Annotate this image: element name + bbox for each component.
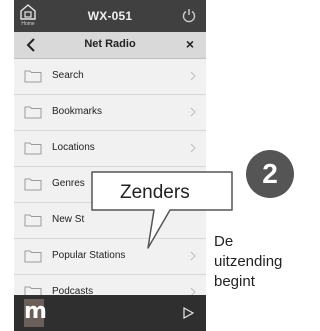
list-item[interactable]: Locations [14, 131, 206, 167]
list-item-label: New St [52, 214, 85, 225]
play-icon[interactable] [182, 307, 194, 319]
phone-screen: Home WX-051 Net Radio × Search Bookmarks… [14, 0, 206, 331]
nav-bar: Net Radio × [14, 32, 206, 59]
chevron-right-icon [190, 71, 196, 81]
chevron-right-icon [190, 107, 196, 117]
list-item-label: Popular Stations [52, 250, 126, 261]
folder-icon [24, 250, 42, 263]
page-title: Net Radio [84, 38, 136, 50]
list-item[interactable]: Popular Stations [14, 239, 206, 275]
folder-icon [24, 106, 42, 119]
step-badge: 2 [246, 150, 294, 198]
player-bar[interactable]: m [14, 295, 206, 331]
list-item-label: Bookmarks [52, 106, 103, 117]
step-description: De uitzending begint [214, 232, 282, 292]
close-button[interactable]: × [186, 36, 194, 52]
folder-icon [24, 178, 42, 191]
folder-icon [24, 70, 42, 83]
folder-icon [24, 214, 42, 227]
description-line: uitzending [214, 253, 283, 270]
list-item-label: Search [52, 70, 84, 81]
chevron-right-icon [190, 143, 196, 153]
folder-icon [24, 142, 42, 155]
list-item[interactable]: New St [14, 203, 206, 239]
power-icon[interactable] [182, 8, 196, 24]
chevron-right-icon [190, 251, 196, 261]
top-bar: Home WX-051 [14, 0, 206, 32]
app-logo: m [24, 299, 47, 327]
list-item-label: Genres [52, 178, 85, 189]
callout-text: Zenders [120, 182, 190, 203]
device-name: WX-051 [87, 9, 133, 23]
description-line: De [214, 233, 234, 250]
list-item[interactable]: Bookmarks [14, 95, 206, 131]
list-item-label: Locations [52, 142, 95, 153]
list-item[interactable]: Search [14, 59, 206, 95]
description-line: begint [214, 273, 255, 290]
